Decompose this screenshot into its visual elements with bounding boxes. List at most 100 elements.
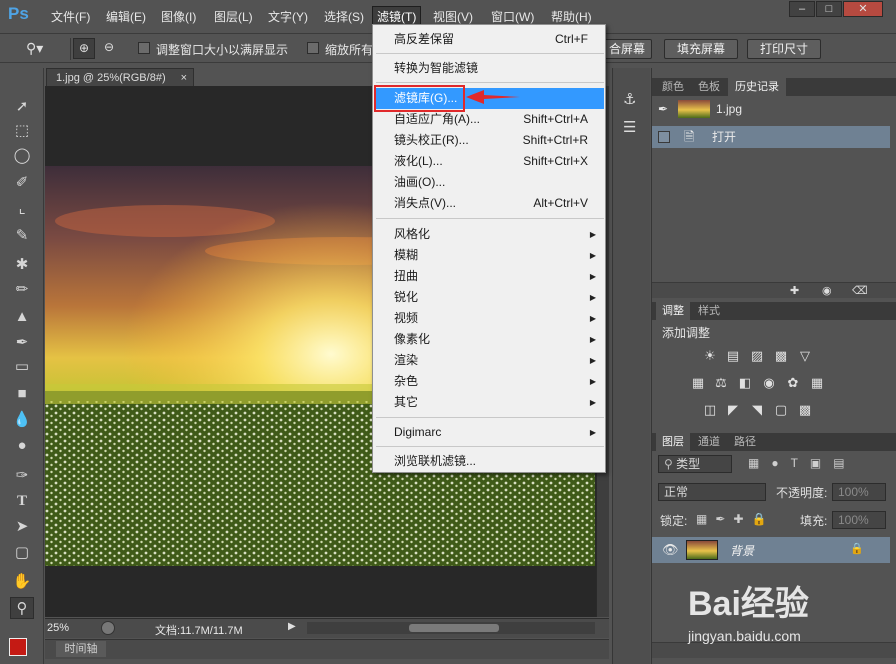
maximize-button[interactable]: □ [816, 1, 842, 17]
color-balance-icon[interactable]: ⚖ [713, 376, 729, 390]
invert-icon[interactable]: ◫ [702, 403, 718, 417]
menu-item-high-pass[interactable]: 高反差保留 Ctrl+F [374, 29, 604, 50]
menu-item-other[interactable]: 其它 ▶ [374, 392, 604, 413]
menu-item-convert-smart-filters[interactable]: 转换为智能滤镜 [374, 58, 604, 79]
trash-icon[interactable]: ⌫ [852, 284, 868, 297]
menu-item-digimarc[interactable]: Digimarc ▶ [374, 422, 604, 443]
snapshot-camera-icon[interactable]: ◉ [822, 284, 832, 297]
brightness-icon[interactable]: ☀ [702, 349, 718, 363]
menu-item-adaptive-wide-angle[interactable]: 自适应广角(A)... Shift+Ctrl+A [374, 109, 604, 130]
menu-item-sharpen[interactable]: 锐化 ▶ [374, 287, 604, 308]
new-document-icon[interactable]: ✚ [790, 284, 799, 297]
history-brush-tool-icon[interactable]: ✒ [10, 332, 34, 354]
blend-mode-select[interactable]: 正常 [658, 483, 766, 501]
quick-select-tool-icon[interactable]: ✐ [10, 172, 34, 194]
black-white-icon[interactable]: ◧ [737, 376, 753, 390]
opacity-input[interactable]: 100% [832, 483, 886, 501]
dodge-tool-icon[interactable]: ● [10, 435, 34, 457]
menu-item-lens-correction[interactable]: 镜头校正(R)... Shift+Ctrl+R [374, 130, 604, 151]
menu-item-browse-filters-online[interactable]: 浏览联机滤镜... [374, 451, 604, 472]
history-snapshot[interactable]: ✒ 1.jpg [652, 98, 890, 120]
move-tool-icon[interactable]: ➚ [10, 96, 34, 118]
menu-item-pixelate[interactable]: 像素化 ▶ [374, 329, 604, 350]
menu-item-oil-paint[interactable]: 油画(O)... [374, 172, 604, 193]
posterize-icon[interactable]: ◤ [725, 403, 741, 417]
hand-tool-icon[interactable]: ✋ [10, 571, 34, 593]
menu-item-vanishing-point[interactable]: 消失点(V)... Alt+Ctrl+V [374, 193, 604, 214]
marquee-tool-icon[interactable]: ⬚ [10, 120, 34, 142]
clone-stamp-tool-icon[interactable]: ▲ [10, 306, 34, 328]
photo-filter-icon[interactable]: ◉ [761, 376, 777, 390]
layer-filter-icons[interactable]: ▦●T▣▤ [748, 456, 857, 470]
exposure-icon[interactable]: ▩ [773, 349, 789, 363]
eraser-tool-icon[interactable]: ▭ [10, 356, 34, 378]
zoom-level[interactable]: 25% [47, 622, 69, 634]
menu-item-render[interactable]: 渲染 ▶ [374, 350, 604, 371]
pen-tool-icon[interactable]: ✑ [10, 465, 34, 487]
state-checkbox[interactable] [658, 131, 670, 143]
lock-icons[interactable]: ▦✒✚🔒 [696, 512, 774, 526]
status-menu-arrow-icon[interactable]: ▶ [288, 621, 296, 632]
tab-swatches[interactable]: 色板 [692, 78, 726, 96]
curves-icon[interactable]: ▨ [749, 349, 765, 363]
menu-type[interactable]: 文字(Y) [268, 8, 308, 25]
levels-icon[interactable]: ▤ [725, 349, 741, 363]
share-icon[interactable] [101, 621, 115, 635]
print-size-button[interactable]: 打印尺寸 [747, 39, 821, 59]
menu-item-stylize[interactable]: 风格化 ▶ [374, 224, 604, 245]
fill-input[interactable]: 100% [832, 511, 886, 529]
layer-filter-kind[interactable]: ⚲ 类型 [658, 455, 732, 473]
resize-window-checkbox[interactable] [138, 42, 150, 54]
tab-styles[interactable]: 样式 [692, 302, 726, 320]
brush-tool-icon[interactable]: ✏ [10, 279, 34, 301]
zoom-in-icon[interactable]: ⊕ [73, 38, 95, 59]
close-button[interactable]: ✕ [843, 1, 883, 17]
zoom-out-icon[interactable]: ⊖ [99, 38, 119, 59]
minimize-button[interactable]: – [789, 1, 815, 17]
menu-item-liquify[interactable]: 液化(L)... Shift+Ctrl+X [374, 151, 604, 172]
tab-history[interactable]: 历史记录 [728, 78, 786, 96]
menu-window[interactable]: 窗口(W) [491, 8, 534, 25]
zoom-tool-preset-icon[interactable]: ⚲▾ [26, 40, 62, 58]
menu-file[interactable]: 文件(F) [51, 8, 90, 25]
hue-saturation-icon[interactable]: ▦ [690, 376, 706, 390]
fit-screen-button[interactable]: 合屏幕 [598, 39, 652, 59]
lasso-tool-icon[interactable]: ◯ [10, 145, 34, 167]
horizontal-scrollbar[interactable] [307, 622, 595, 634]
menu-image[interactable]: 图像(I) [161, 8, 196, 25]
gradient-tool-icon[interactable]: ■ [10, 383, 34, 405]
fill-screen-button[interactable]: 填充屏幕 [664, 39, 738, 59]
menu-layer[interactable]: 图层(L) [214, 8, 253, 25]
healing-brush-tool-icon[interactable]: ✱ [10, 254, 34, 276]
history-state[interactable]: 🗎 打开 [652, 126, 890, 148]
close-tab-icon[interactable]: × [181, 69, 187, 87]
tab-channels[interactable]: 通道 [692, 433, 726, 451]
gradient-map-icon[interactable]: ▩ [797, 403, 813, 417]
history-panel-icon[interactable]: ⚓ [623, 90, 636, 108]
path-selection-tool-icon[interactable]: ➤ [10, 516, 34, 538]
menu-view[interactable]: 视图(V) [433, 8, 473, 25]
type-tool-icon[interactable]: T [10, 490, 34, 512]
document-tab[interactable]: 1.jpg @ 25%(RGB/8#) × [46, 68, 194, 86]
selective-color-icon[interactable]: ▢ [773, 403, 789, 417]
tab-paths[interactable]: 路径 [728, 433, 762, 451]
menu-item-video[interactable]: 视频 ▶ [374, 308, 604, 329]
tab-color[interactable]: 颜色 [656, 78, 690, 96]
menu-item-blur[interactable]: 模糊 ▶ [374, 245, 604, 266]
zoom-tool-icon[interactable]: ⚲ [10, 597, 34, 619]
channel-mixer-icon[interactable]: ✿ [785, 376, 801, 390]
eyedropper-tool-icon[interactable]: ✎ [10, 225, 34, 247]
scrollbar-thumb[interactable] [409, 624, 499, 632]
color-lookup-icon[interactable]: ▦ [809, 376, 825, 390]
tab-adjustments[interactable]: 调整 [656, 302, 690, 320]
menu-item-distort[interactable]: 扭曲 ▶ [374, 266, 604, 287]
tab-layers[interactable]: 图层 [656, 433, 690, 451]
zoom-all-checkbox[interactable] [307, 42, 319, 54]
timeline-tab[interactable]: 时间轴 [56, 641, 106, 657]
blur-tool-icon[interactable]: 💧 [10, 409, 34, 431]
properties-panel-icon[interactable]: ☰ [623, 118, 636, 136]
menu-edit[interactable]: 编辑(E) [106, 8, 146, 25]
foreground-color-swatch[interactable] [9, 638, 27, 656]
crop-tool-icon[interactable]: ⌞ [10, 198, 34, 220]
menu-select[interactable]: 选择(S) [324, 8, 364, 25]
